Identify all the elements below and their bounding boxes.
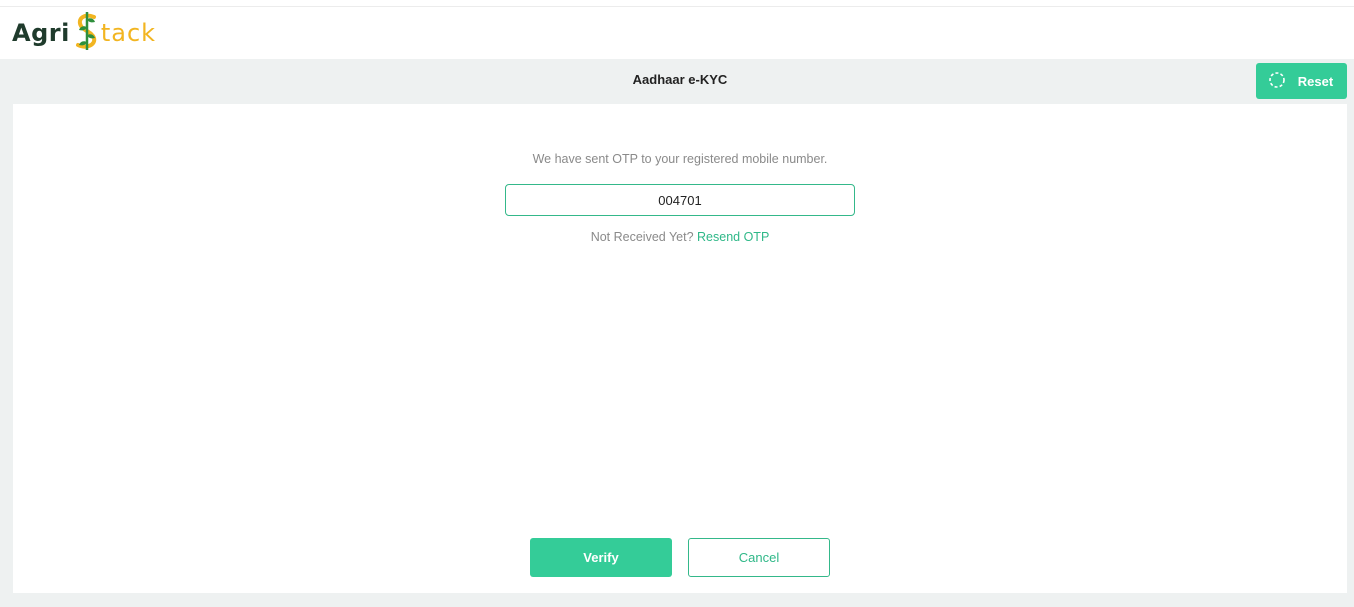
logo-s-leaf-icon bbox=[74, 11, 100, 56]
resend-line: Not Received Yet? Resend OTP bbox=[13, 230, 1347, 244]
reset-button[interactable]: Reset bbox=[1256, 63, 1347, 99]
cancel-button[interactable]: Cancel bbox=[688, 538, 830, 577]
resend-otp-link[interactable]: Resend OTP bbox=[697, 230, 769, 244]
agristack-logo[interactable]: Agri tack bbox=[12, 11, 156, 55]
otp-panel: We have sent OTP to your registered mobi… bbox=[13, 104, 1347, 593]
page-title: Aadhaar e-KYC bbox=[632, 72, 728, 87]
otp-sent-message: We have sent OTP to your registered mobi… bbox=[532, 152, 828, 166]
reset-button-label: Reset bbox=[1297, 73, 1334, 89]
verify-button[interactable]: Verify bbox=[530, 538, 672, 577]
refresh-icon bbox=[1268, 71, 1286, 92]
top-border bbox=[0, 0, 1354, 7]
app-header: Agri tack bbox=[0, 7, 1354, 59]
not-received-text: Not Received Yet? bbox=[590, 230, 694, 244]
otp-input[interactable] bbox=[505, 184, 855, 216]
logo-text-agri: Agri bbox=[12, 19, 70, 47]
logo-text-tack: tack bbox=[100, 19, 157, 47]
